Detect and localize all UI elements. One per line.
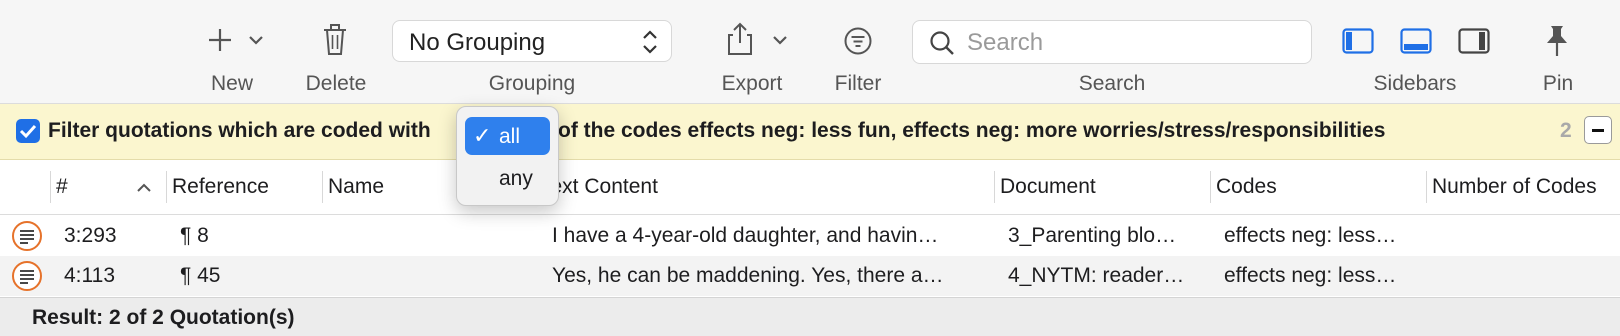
menu-item-label: any bbox=[499, 167, 533, 190]
filter-icon bbox=[844, 27, 872, 55]
bottom-panel-icon bbox=[1400, 28, 1432, 54]
filter-bar: Filter quotations which are coded with of… bbox=[0, 104, 1620, 160]
grouping-value: No Grouping bbox=[409, 29, 546, 56]
cell-document: 4_NYTM: reader… bbox=[1008, 264, 1185, 287]
column-separator bbox=[322, 171, 323, 203]
pin-button[interactable] bbox=[1544, 24, 1570, 58]
left-sidebar-icon bbox=[1342, 28, 1374, 54]
column-separator bbox=[994, 171, 995, 203]
new-button[interactable] bbox=[206, 26, 270, 56]
filter-text-after: of the codes effects neg: less fun, effe… bbox=[558, 119, 1386, 142]
column-header-number-of-codes[interactable]: Number of Codes bbox=[1432, 175, 1597, 199]
filter-enabled-checkbox[interactable] bbox=[16, 119, 40, 143]
new-label: New bbox=[210, 72, 253, 95]
search-input[interactable] bbox=[967, 27, 1297, 59]
sidebars-label: Sidebars bbox=[1373, 72, 1457, 95]
column-separator bbox=[1210, 171, 1211, 203]
export-button[interactable] bbox=[726, 22, 792, 56]
text-lines-icon bbox=[20, 270, 34, 284]
cell-text-content: Yes, he can be maddening. Yes, there a… bbox=[552, 264, 944, 287]
sort-ascending-icon[interactable] bbox=[136, 183, 152, 193]
quotation-icon bbox=[12, 221, 42, 251]
result-count: Result: 2 of 2 Quotation(s) bbox=[32, 306, 295, 329]
table-row[interactable]: 4:113 ¶ 45 Yes, he can be maddening. Yes… bbox=[0, 256, 1620, 296]
right-sidebar-toggle[interactable] bbox=[1458, 28, 1490, 54]
cell-document: 3_Parenting blo… bbox=[1008, 224, 1177, 247]
column-header-number[interactable]: # bbox=[56, 175, 68, 199]
table-header: # Reference Name Text Content Document C… bbox=[0, 161, 1620, 215]
match-mode-menu: ✓ all any bbox=[456, 106, 559, 206]
plus-icon bbox=[209, 29, 263, 51]
filter-text-before: Filter quotations which are coded with bbox=[48, 119, 431, 142]
menu-item-label: all bbox=[499, 125, 521, 148]
search-field[interactable] bbox=[912, 20, 1312, 64]
grouping-select[interactable]: No Grouping bbox=[392, 20, 672, 62]
pin-label: Pin bbox=[1542, 72, 1574, 95]
table-row[interactable]: 3:293 ¶ 8 I have a 4-year-old daughter, … bbox=[0, 216, 1620, 256]
menu-item-any[interactable]: any bbox=[465, 159, 550, 197]
column-header-name[interactable]: Name bbox=[328, 175, 384, 199]
column-separator bbox=[50, 171, 51, 203]
column-header-text-content[interactable]: Text Content bbox=[540, 175, 988, 199]
column-separator bbox=[1426, 171, 1427, 203]
remove-filter-button[interactable] bbox=[1584, 116, 1612, 144]
cell-text-content: I have a 4-year-old daughter, and havin… bbox=[552, 224, 939, 247]
filter-button[interactable] bbox=[843, 26, 873, 56]
column-separator bbox=[166, 171, 167, 203]
cell-reference: ¶ 8 bbox=[180, 224, 209, 247]
cell-codes: effects neg: less… bbox=[1224, 224, 1397, 247]
text-lines-icon bbox=[20, 230, 34, 244]
filter-description: Filter quotations which are coded with of… bbox=[48, 119, 1385, 143]
updown-chevron-icon bbox=[643, 30, 657, 54]
bottom-sidebar-toggle[interactable] bbox=[1400, 28, 1432, 54]
cell-codes: effects neg: less… bbox=[1224, 264, 1397, 287]
status-bar: Result: 2 of 2 Quotation(s) bbox=[0, 297, 1620, 336]
share-icon bbox=[728, 22, 787, 55]
cell-id: 4:113 bbox=[64, 264, 115, 287]
minus-icon bbox=[1592, 129, 1604, 132]
cell-reference: ¶ 45 bbox=[180, 264, 221, 287]
search-label: Search bbox=[1078, 72, 1146, 95]
menu-item-all[interactable]: ✓ all bbox=[465, 117, 550, 155]
right-sidebar-icon bbox=[1458, 28, 1490, 54]
search-icon bbox=[930, 31, 954, 55]
column-header-document[interactable]: Document bbox=[1000, 175, 1096, 199]
delete-button[interactable] bbox=[322, 24, 348, 56]
column-header-codes[interactable]: Codes bbox=[1216, 175, 1277, 199]
cell-id: 3:293 bbox=[64, 224, 117, 247]
left-sidebar-toggle[interactable] bbox=[1342, 28, 1374, 54]
delete-label: Delete bbox=[305, 72, 367, 95]
grouping-label: Grouping bbox=[488, 72, 576, 95]
column-header-reference[interactable]: Reference bbox=[172, 175, 269, 199]
filter-count: 2 bbox=[1560, 119, 1572, 142]
toolbar: New Delete No Grouping Grouping Export F… bbox=[0, 0, 1620, 104]
checkmark-icon: ✓ bbox=[473, 123, 492, 148]
export-label: Export bbox=[721, 72, 783, 95]
trash-icon bbox=[324, 24, 346, 55]
quotation-icon bbox=[12, 261, 42, 291]
checkmark-icon bbox=[19, 124, 37, 139]
pin-icon bbox=[1547, 26, 1567, 56]
filter-label: Filter bbox=[834, 72, 882, 95]
